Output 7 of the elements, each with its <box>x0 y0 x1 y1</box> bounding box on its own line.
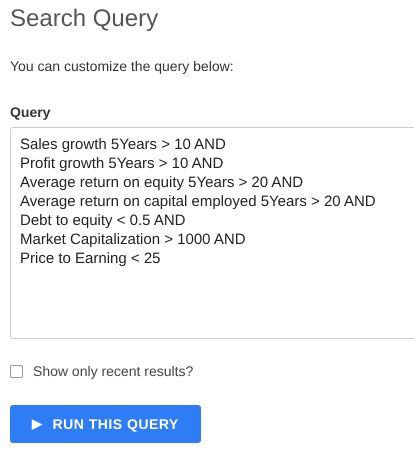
checkbox-label: Show only recent results? <box>33 362 194 381</box>
intro-text: You can customize the query below: <box>10 57 234 75</box>
query-label: Query <box>10 103 50 121</box>
query-field[interactable]: Sales growth 5Years > 10 AND Profit growth 5Years > 10 AND Average return on equity 5Years > 20 AND Average return on capital employed 5Years > 20 AND Debt to equity < 0.5 AND Market Capitalization > 1000 AND Price to Earning < 25 <box>10 127 414 339</box>
checkbox[interactable] <box>10 365 23 378</box>
page-title: Search Query <box>10 4 158 34</box>
run-query-button[interactable]: ▶ RUN THIS QUERY <box>10 405 201 443</box>
